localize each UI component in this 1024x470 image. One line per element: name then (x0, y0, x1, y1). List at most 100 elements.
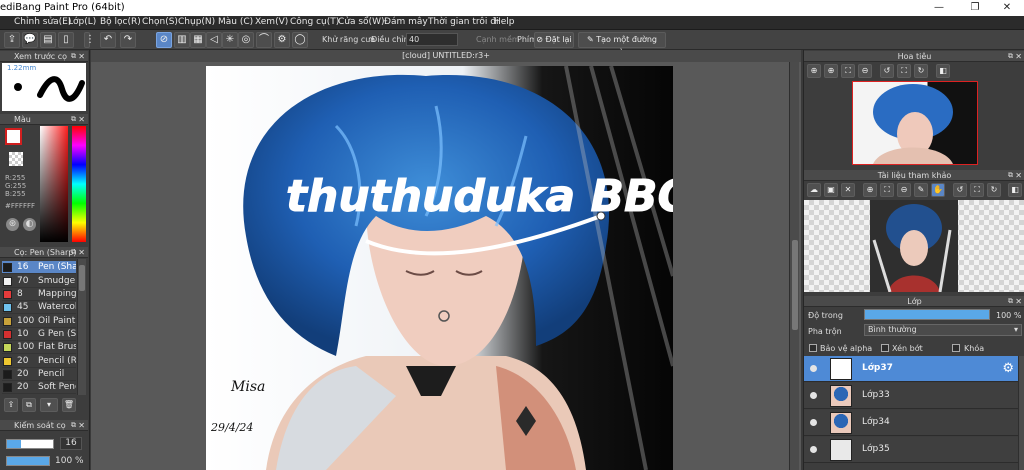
menu-tools[interactable]: Công cụ(T) (290, 17, 339, 27)
brush-item[interactable]: 70 Smudge (2, 275, 76, 288)
fit-icon[interactable]: ⛶ (880, 183, 894, 197)
layer-row[interactable]: Lớp34 (804, 410, 1018, 436)
layer-row[interactable]: Lớp33 (804, 383, 1018, 409)
close-button[interactable]: ✕ (990, 0, 1024, 16)
saturation-value-picker[interactable] (40, 126, 68, 242)
import-icon[interactable]: ▣ (824, 183, 838, 197)
brush-size-value[interactable]: 16 (60, 437, 82, 450)
circle-snap-icon[interactable]: ◯ (292, 32, 308, 48)
visibility-icon[interactable] (810, 392, 817, 399)
chat-icon[interactable]: 💬 (22, 32, 38, 48)
hue-slider[interactable] (72, 126, 86, 242)
menu-view[interactable]: Xem(V) (255, 17, 288, 27)
brush-item[interactable]: 10 G Pen (Soft) (2, 328, 76, 341)
zoom-out-icon[interactable]: ⊖ (897, 183, 911, 197)
undo-icon[interactable]: ↶ (100, 32, 116, 48)
rotate-left-icon[interactable]: ↺ (880, 64, 894, 78)
rotate-left-icon[interactable]: ↺ (953, 183, 967, 197)
zoom-in-icon[interactable]: ⊕ (807, 64, 821, 78)
palette-icon[interactable]: ⊛ (6, 218, 19, 231)
brush-menu-icon[interactable]: ▾ (40, 398, 58, 412)
eyedropper-icon[interactable]: ◐ (23, 218, 36, 231)
document-icon[interactable]: ▯ (58, 32, 74, 48)
menu-snap[interactable]: Chụp(N) (178, 17, 215, 27)
brush-opacity-slider[interactable] (6, 456, 50, 466)
protect-alpha-checkbox[interactable] (809, 344, 817, 352)
artwork-canvas[interactable]: thuthuduka BBQHD Misa 29/4/24 (206, 66, 673, 470)
adjust-input[interactable]: 40 (406, 33, 458, 46)
zoom-in-icon[interactable]: ⊕ (863, 183, 877, 197)
menu-filter[interactable]: Bộ lọc(R) (100, 17, 141, 27)
close-icon[interactable]: ✕ (1015, 51, 1022, 62)
zoom-icon[interactable]: ⊕ (824, 64, 838, 78)
close-icon[interactable]: ✕ (78, 114, 85, 125)
foreground-color[interactable] (5, 128, 22, 145)
menu-layer[interactable]: Lớp(L) (68, 17, 96, 27)
perspective-icon[interactable]: ◁ (206, 32, 222, 48)
fullscreen-icon[interactable]: ⛶ (970, 183, 984, 197)
rotate-right-icon[interactable]: ↻ (914, 64, 928, 78)
visibility-icon[interactable] (810, 446, 817, 453)
pin-icon[interactable]: ⧉ (71, 420, 76, 431)
grid-snap-icon[interactable]: ▦ (190, 32, 206, 48)
flip-icon[interactable]: ◧ (936, 64, 950, 78)
pin-icon[interactable]: ⧉ (1008, 51, 1013, 62)
reset-button[interactable]: ⊘ Đặt lại (534, 32, 574, 48)
pin-icon[interactable]: ⧉ (1008, 170, 1013, 181)
scroll-thumb[interactable] (79, 265, 85, 291)
menu-edit[interactable]: Chỉnh sửa(E) (14, 17, 71, 27)
flip-icon[interactable]: ◧ (1008, 183, 1022, 197)
brush-item[interactable]: 100Flat Brush (2, 341, 76, 354)
menu-window[interactable]: Cửa sổ(W) (338, 17, 384, 27)
visibility-icon[interactable] (810, 419, 817, 426)
settings-icon[interactable]: ⚙ (274, 32, 290, 48)
clipping-checkbox[interactable] (881, 344, 889, 352)
background-color[interactable] (9, 152, 23, 166)
straight-line-button[interactable]: ✎ Tạo một đường thẳng (578, 32, 666, 58)
add-brush-icon[interactable]: ⇪ (4, 398, 18, 412)
copy-brush-icon[interactable]: ⧉ (22, 398, 36, 412)
visibility-icon[interactable] (810, 365, 817, 372)
layer-row[interactable]: Lớp35 (804, 437, 1018, 463)
parallel-snap-icon[interactable]: ▥ (174, 32, 190, 48)
pin-icon[interactable]: ⧉ (1008, 296, 1013, 307)
pin-icon[interactable]: ⧉ (71, 51, 76, 62)
snap-off-icon[interactable]: ⊘ (156, 32, 172, 48)
menu-timelapse[interactable]: Thời gian trôi đi (428, 17, 498, 27)
brush-size-slider[interactable] (6, 439, 54, 449)
canvas-vertical-scrollbar[interactable] (789, 62, 799, 470)
panel-icon[interactable]: ▤ (40, 32, 56, 48)
curve-snap-icon[interactable]: ⌒ (256, 32, 272, 48)
concentric-icon[interactable]: ◎ (238, 32, 254, 48)
rotate-right-icon[interactable]: ↻ (987, 183, 1001, 197)
fit-icon[interactable]: ⛶ (841, 64, 855, 78)
layer-row[interactable]: Lớp37 ⚙ (804, 356, 1018, 382)
menu-cloud[interactable]: Đám mây (384, 17, 428, 27)
reference-view[interactable] (804, 200, 1024, 292)
brush-item[interactable]: 8 Mapping (2, 288, 76, 301)
layer-list-scrollbar[interactable] (1018, 356, 1024, 470)
scroll-thumb[interactable] (792, 240, 798, 330)
brush-item[interactable]: 45 Watercolor (2, 301, 76, 314)
close-icon[interactable]: ✕ (1015, 170, 1022, 181)
zoom-out-icon[interactable]: ⊖ (858, 64, 872, 78)
gear-icon[interactable]: ⚙ (1002, 361, 1014, 376)
pin-icon[interactable]: ⧉ (71, 114, 76, 125)
hand-icon[interactable]: ✋ (931, 183, 945, 197)
document-tab[interactable]: [cloud] UNTITLED:r3+ (91, 50, 801, 62)
blend-mode-select[interactable]: Bình thường ▾ (864, 324, 1022, 336)
brush-item[interactable]: 20 Soft Pencil (2, 381, 76, 394)
navigator-thumbnail[interactable] (852, 81, 978, 165)
redo-icon[interactable]: ↷ (120, 32, 136, 48)
close-icon[interactable]: ✕ (78, 420, 85, 431)
close-icon[interactable]: ✕ (78, 51, 85, 62)
radial-snap-icon[interactable]: ✳ (222, 32, 238, 48)
layer-opacity-slider[interactable] (864, 309, 990, 320)
pin-icon[interactable]: ⧉ (71, 247, 76, 258)
minimize-button[interactable]: — (922, 0, 956, 16)
menu-help[interactable]: Help (494, 17, 515, 27)
export-icon[interactable]: ⇪ (4, 32, 20, 48)
brush-list-scrollbar[interactable] (77, 259, 86, 395)
brush-item[interactable]: 20 Pencil (Rough) (2, 355, 76, 368)
close-icon[interactable]: ✕ (1015, 296, 1022, 307)
